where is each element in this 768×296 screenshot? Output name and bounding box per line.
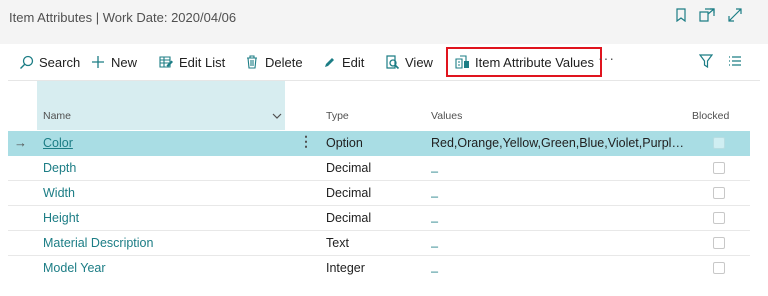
search-label: Search [39,54,81,70]
open-new-window-icon[interactable] [698,6,716,24]
page-title: Item Attributes | Work Date: 2020/04/06 [9,10,237,25]
search-button[interactable]: Search [18,51,80,73]
attribute-name-link[interactable]: Width [43,186,75,200]
delete-label: Delete [265,54,303,70]
attribute-values[interactable]: _ [431,159,687,173]
attribute-values-icon [454,54,470,70]
view-icon [384,54,400,70]
table-row[interactable]: Depth Decimal _ [8,156,750,181]
column-header-name[interactable]: Name [43,110,71,122]
bookmark-icon[interactable] [672,6,690,24]
blocked-checkbox[interactable] [713,262,725,274]
attribute-name-link[interactable]: Color [43,136,73,150]
chevron-down-icon[interactable] [272,108,282,126]
plus-icon [90,54,106,70]
edit-list-button[interactable]: Edit List [158,51,225,73]
edit-button[interactable]: Edit [321,51,364,73]
attribute-name-link[interactable]: Height [43,211,79,225]
attribute-values[interactable]: _ [431,209,687,223]
item-attribute-values-label: Item Attribute Values [475,54,594,70]
attribute-values[interactable]: _ [431,234,687,248]
blocked-checkbox[interactable] [713,137,725,149]
attribute-type: Option [326,136,363,150]
column-header-blocked[interactable]: Blocked [692,110,729,122]
new-label: New [111,54,138,70]
action-bar: Search New Edit List Delete Edit View It… [0,44,768,80]
view-label: View [405,54,433,70]
attribute-name-link[interactable]: Material Description [43,236,153,250]
filter-icon[interactable] [697,52,715,70]
pencil-icon [321,54,337,70]
attribute-values[interactable]: _ [431,259,687,273]
row-selector-arrow-icon: → [14,135,27,150]
name-column-header-bg [37,81,285,130]
item-attribute-values-button[interactable]: Item Attribute Values [446,47,602,77]
blocked-checkbox[interactable] [713,162,725,174]
table-row[interactable]: Material Description Text _ [8,231,750,256]
table-row[interactable]: Model Year Integer _ [8,256,750,281]
blocked-checkbox[interactable] [713,237,725,249]
more-actions-button[interactable]: ··· [598,50,615,66]
blocked-checkbox[interactable] [713,187,725,199]
edit-list-label: Edit List [179,54,226,70]
attribute-values[interactable]: Red,Orange,Yellow,Green,Blue,Violet,Purp… [431,136,687,150]
expand-icon[interactable] [726,6,744,24]
column-header-values[interactable]: Values [431,110,462,122]
new-button[interactable]: New [90,51,137,73]
trash-icon [244,54,260,70]
row-menu-icon[interactable]: ⋮ [299,133,313,150]
column-header-type[interactable]: Type [326,110,349,122]
attribute-type: Decimal [326,161,372,175]
edit-label: Edit [342,54,365,70]
attribute-name-link[interactable]: Depth [43,161,76,175]
table-row[interactable]: → Color ⋮ Option Red,Orange,Yellow,Green… [8,131,750,156]
attribute-values[interactable]: _ [431,184,687,198]
edit-list-icon [158,54,174,70]
attribute-name-link[interactable]: Model Year [43,261,106,275]
attribute-type: Integer [326,261,365,275]
blocked-checkbox[interactable] [713,212,725,224]
table-row[interactable]: Width Decimal _ [8,181,750,206]
table-row[interactable]: Height Decimal _ [8,206,750,231]
view-button[interactable]: View [384,51,433,73]
list-view-icon[interactable] [726,52,744,70]
attribute-type: Decimal [326,211,372,225]
delete-button[interactable]: Delete [244,51,303,73]
attribute-type: Text [326,236,349,250]
search-icon [18,54,34,70]
attribute-type: Decimal [326,186,372,200]
page-header: Item Attributes | Work Date: 2020/04/06 [0,0,768,36]
